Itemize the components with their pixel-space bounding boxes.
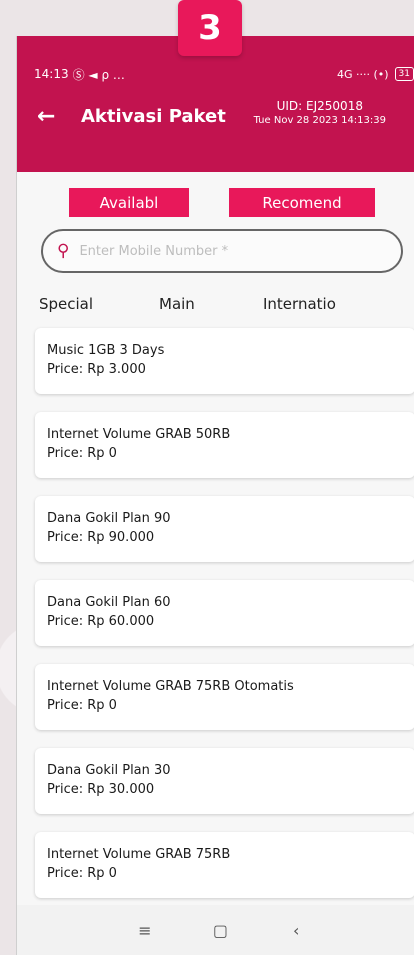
package-card[interactable]: Dana Gokil Plan 60 Price: Rp 60.000 bbox=[35, 580, 414, 646]
recommend-button[interactable]: Recomend bbox=[229, 188, 375, 217]
home-icon[interactable]: ▢ bbox=[205, 921, 235, 940]
system-nav-bar: ≡ ▢ ‹ bbox=[17, 905, 414, 955]
status-left: 14:13 Ⓢ ◄ ρ … bbox=[34, 66, 125, 83]
uid-block: UID: EJ250018 Tue Nov 28 2023 14:13:39 bbox=[254, 99, 386, 126]
status-bar: 14:13 Ⓢ ◄ ρ … 4G ···· (•) 31 bbox=[34, 64, 414, 84]
notification-icons: Ⓢ ◄ ρ … bbox=[72, 67, 125, 82]
search-icon: ⚲ bbox=[57, 241, 70, 261]
app-bar: 14:13 Ⓢ ◄ ρ … 4G ···· (•) 31 ← Aktivasi … bbox=[17, 36, 414, 172]
package-name: Dana Gokil Plan 60 bbox=[47, 595, 171, 610]
battery-icon: 31 bbox=[394, 67, 414, 81]
package-name: Dana Gokil Plan 30 bbox=[47, 763, 171, 778]
package-price: Price: Rp 60.000 bbox=[47, 614, 155, 629]
back-arrow-icon[interactable]: ← bbox=[37, 104, 55, 129]
search-bar: ⚲ bbox=[41, 229, 403, 273]
package-card[interactable]: Internet Volume GRAB 75RB Price: Rp 0 bbox=[35, 832, 414, 898]
datetime-label: Tue Nov 28 2023 14:13:39 bbox=[253, 115, 386, 126]
package-card[interactable]: Dana Gokil Plan 90 Price: Rp 90.000 bbox=[35, 496, 414, 562]
package-price: Price: Rp 0 bbox=[47, 698, 117, 713]
category-tabs: Special Main Internatio bbox=[17, 295, 414, 319]
status-right: 4G ···· (•) 31 bbox=[337, 67, 414, 81]
package-name: Music 1GB 3 Days bbox=[47, 343, 165, 358]
package-price: Price: Rp 0 bbox=[47, 446, 117, 461]
available-button[interactable]: Availabl bbox=[69, 188, 189, 217]
step-badge: 3 bbox=[178, 0, 242, 56]
signal-icons: 4G ···· (•) bbox=[336, 67, 389, 81]
mobile-number-input[interactable] bbox=[79, 243, 360, 259]
package-card[interactable]: Music 1GB 3 Days Price: Rp 3.000 bbox=[35, 328, 414, 394]
package-price: Price: Rp 30.000 bbox=[47, 782, 155, 797]
recents-icon[interactable]: ≡ bbox=[130, 921, 160, 940]
package-price: Price: Rp 3.000 bbox=[47, 362, 146, 377]
package-card[interactable]: Internet Volume GRAB 75RB Otomatis Price… bbox=[35, 664, 414, 730]
package-name: Internet Volume GRAB 50RB bbox=[47, 427, 231, 442]
package-name: Dana Gokil Plan 90 bbox=[47, 511, 171, 526]
package-price: Price: Rp 90.000 bbox=[47, 530, 155, 545]
page-title: Aktivasi Paket bbox=[81, 106, 226, 127]
uid-label: UID: EJ250018 bbox=[276, 99, 363, 113]
package-card[interactable]: Internet Volume GRAB 50RB Price: Rp 0 bbox=[35, 412, 414, 478]
package-name: Internet Volume GRAB 75RB Otomatis bbox=[47, 679, 294, 694]
tab-international[interactable]: Internatio bbox=[263, 295, 336, 313]
status-time: 14:13 bbox=[34, 67, 69, 81]
back-icon[interactable]: ‹ bbox=[281, 921, 311, 940]
package-card[interactable]: Dana Gokil Plan 30 Price: Rp 30.000 bbox=[35, 748, 414, 814]
tab-special[interactable]: Special bbox=[39, 295, 93, 313]
tab-main[interactable]: Main bbox=[159, 295, 195, 313]
phone-screen: 14:13 Ⓢ ◄ ρ … 4G ···· (•) 31 ← Aktivasi … bbox=[16, 36, 414, 955]
package-name: Internet Volume GRAB 75RB bbox=[47, 847, 231, 862]
package-price: Price: Rp 0 bbox=[47, 866, 117, 881]
